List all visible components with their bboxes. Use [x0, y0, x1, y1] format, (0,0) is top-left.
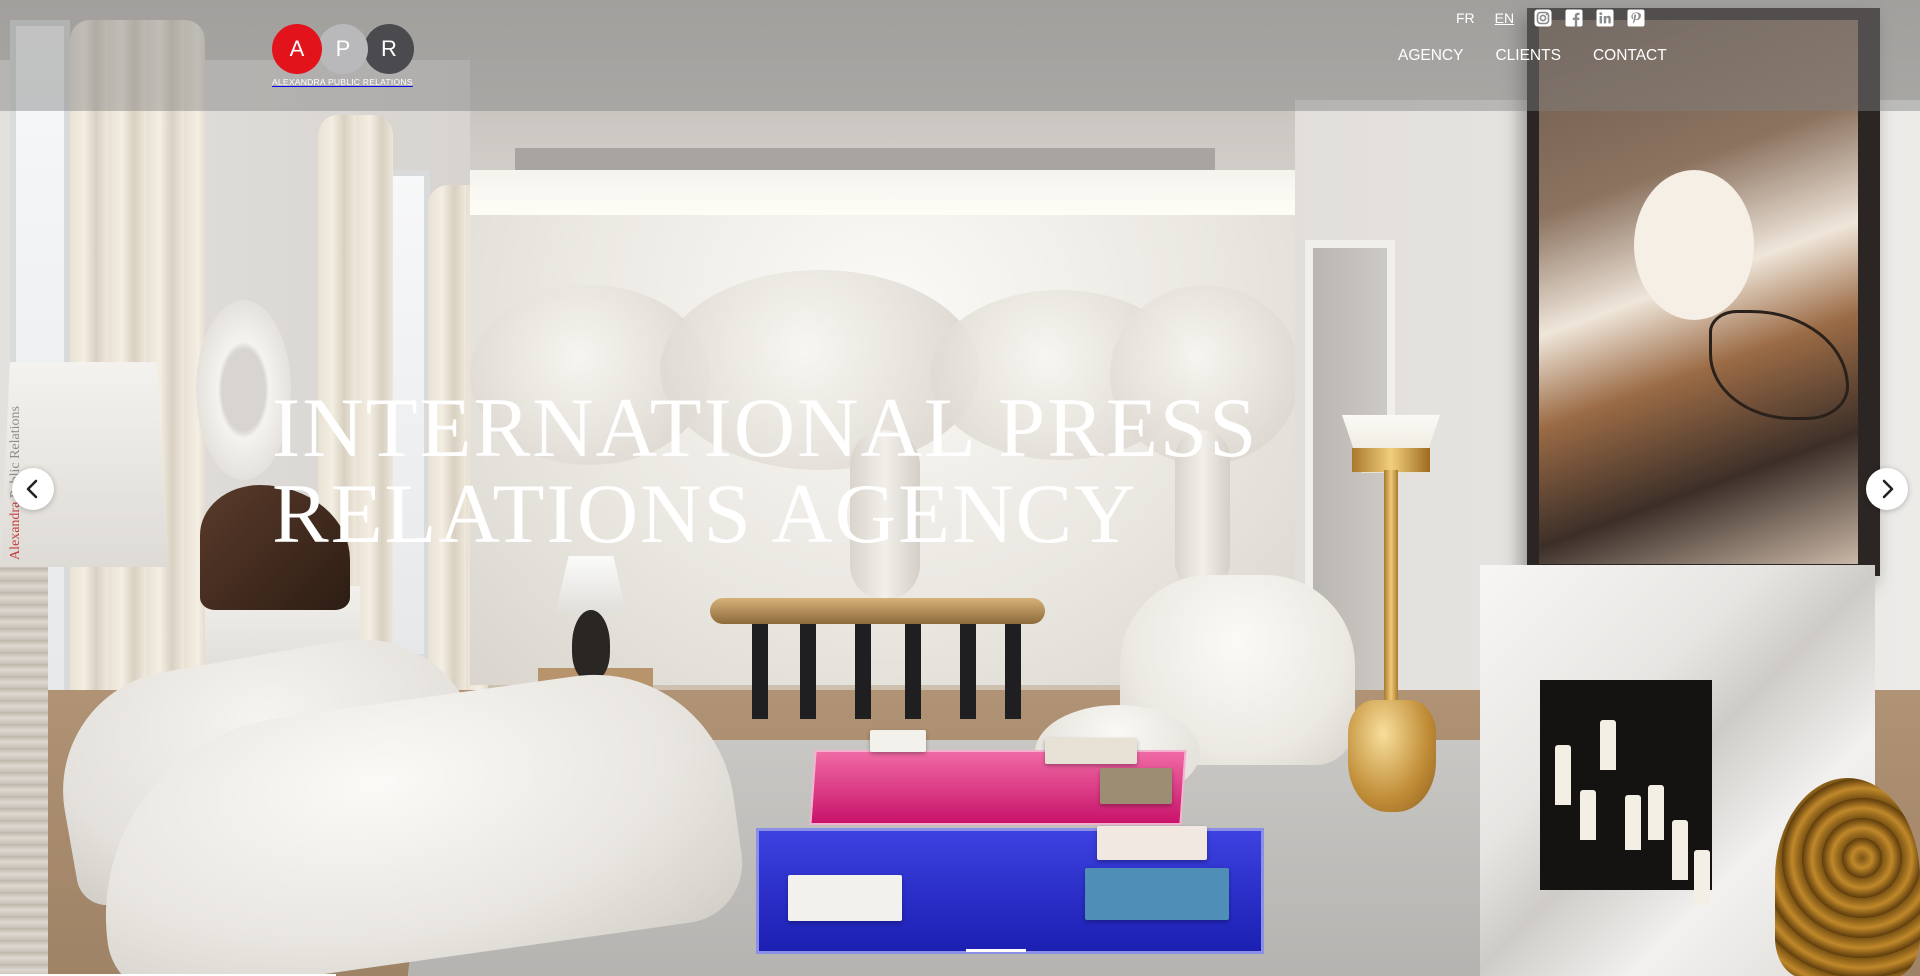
book [1097, 826, 1207, 860]
facebook-icon[interactable] [1565, 9, 1583, 27]
candle [1672, 820, 1688, 880]
carousel-prev-button[interactable] [12, 468, 54, 510]
candle [1580, 790, 1596, 840]
painting-shape [1634, 170, 1754, 320]
language-en-link[interactable]: EN [1495, 10, 1514, 26]
console-leg [1005, 624, 1021, 719]
console-leg [800, 624, 816, 719]
console-table-top [710, 598, 1045, 624]
pinterest-icon[interactable] [1627, 9, 1645, 27]
logo-letter-r: R [364, 24, 414, 74]
main-navigation: AGENCY CLIENTS CONTACT [1398, 47, 1667, 65]
site-header: A P R ALEXANDRA PUBLIC RELATIONS FR EN A… [0, 0, 1920, 111]
logo-wordmark: ALEXANDRA PUBLIC RELATIONS [272, 77, 413, 87]
book [870, 730, 926, 752]
console-leg [905, 624, 921, 719]
hero-headline-line-2: RELATIONS AGENCY [272, 467, 1138, 561]
candle [1600, 720, 1616, 770]
painting-shape [1709, 310, 1849, 420]
console-leg [752, 624, 768, 719]
book [788, 875, 902, 921]
side-label-part-1: Alexandra [8, 501, 23, 560]
chevron-left-icon [26, 479, 38, 499]
floor-lamp-base [0, 567, 48, 976]
logo-letter-a: A [272, 24, 322, 74]
brand-logo[interactable]: A P R ALEXANDRA PUBLIC RELATIONS [272, 24, 418, 90]
instagram-icon[interactable] [1534, 9, 1552, 27]
console-leg [960, 624, 976, 719]
book [1085, 868, 1229, 920]
language-fr-link[interactable]: FR [1456, 10, 1475, 26]
carousel-next-button[interactable] [1866, 468, 1908, 510]
book [1045, 738, 1137, 764]
language-and-social-bar: FR EN [1456, 8, 1645, 28]
ceiling-recess [515, 148, 1215, 170]
hero-headline-line-1: INTERNATIONAL PRESS [272, 381, 1259, 475]
carousel-active-slide-indicator[interactable] [966, 949, 1026, 952]
logo-letter-p: P [318, 24, 368, 74]
candle [1694, 850, 1710, 905]
linkedin-icon[interactable] [1596, 9, 1614, 27]
floor-lamp-base [1348, 700, 1436, 812]
logo-circles: A P R [272, 24, 418, 74]
book [1100, 768, 1172, 804]
nav-agency-link[interactable]: AGENCY [1398, 47, 1463, 65]
chevron-right-icon [1882, 479, 1894, 499]
candle [1648, 785, 1664, 840]
table-lamp-base [572, 610, 610, 680]
floor-lamp-stem [1384, 470, 1398, 710]
hero-headline: INTERNATIONAL PRESS RELATIONS AGENCY [272, 385, 1372, 557]
candle [1555, 745, 1571, 805]
console-leg [855, 624, 871, 719]
candle [1625, 795, 1641, 850]
nav-contact-link[interactable]: CONTACT [1593, 47, 1667, 65]
amber-vase [1775, 778, 1920, 976]
ceiling-light-strip [470, 170, 1300, 218]
floor-lamp-shade [0, 362, 167, 567]
nav-clients-link[interactable]: CLIENTS [1495, 47, 1560, 65]
